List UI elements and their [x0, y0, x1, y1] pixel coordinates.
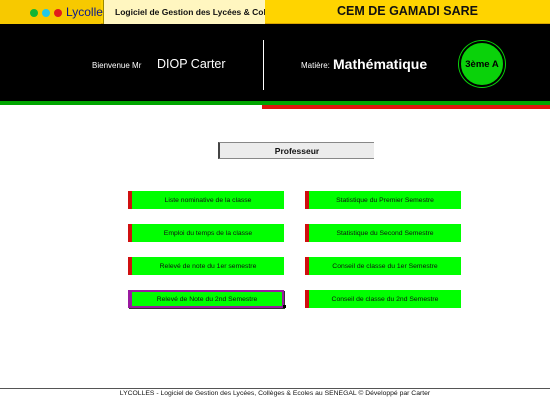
stats-sem1-button[interactable]: Statistique du Premier Semestre	[305, 191, 461, 209]
council-sem2-button[interactable]: Conseil de classe du 2nd Semestre	[305, 290, 461, 308]
green-dot-icon	[30, 9, 38, 17]
subject-name: Mathématique	[333, 56, 428, 72]
selection-handle[interactable]	[283, 305, 286, 308]
footer-divider	[0, 388, 550, 389]
stats-sem2-button[interactable]: Statistique du Second Semestre	[305, 224, 461, 242]
top-bar: Lycolles Logiciel de Gestion des Lycées …	[0, 0, 550, 24]
role-label: Professeur	[218, 142, 374, 159]
class-badge: 3ème A	[459, 41, 505, 87]
subject-label: Matière:	[301, 61, 330, 70]
header-stripe-white	[0, 105, 262, 109]
header-stripe-red	[262, 105, 550, 109]
logo-area: Lycolles	[0, 0, 109, 24]
footer-text: LYCOLLES - Logiciel de Gestion des Lycée…	[119, 390, 431, 397]
red-dot-icon	[54, 9, 62, 17]
teacher-name: DIOP Carter	[157, 57, 226, 71]
app-title: Logiciel de Gestion des Lycées & Collège…	[103, 0, 265, 24]
welcome-label: Bienvenue Mr	[92, 61, 142, 70]
header-divider	[263, 40, 264, 90]
council-sem1-button[interactable]: Conseil de classe du 1er Semestre	[305, 257, 461, 275]
class-timetable-button[interactable]: Emploi du temps de la classe	[128, 224, 284, 242]
grades-sem1-button[interactable]: Relevé de note du 1er semestre	[128, 257, 284, 275]
cyan-dot-icon	[42, 9, 50, 17]
school-name: CEM DE GAMADI SARE	[337, 4, 478, 18]
class-roster-button[interactable]: Liste nominative de la classe	[128, 191, 284, 209]
grades-sem2-button[interactable]: Relevé de Note du 2nd Semestre	[128, 290, 284, 308]
